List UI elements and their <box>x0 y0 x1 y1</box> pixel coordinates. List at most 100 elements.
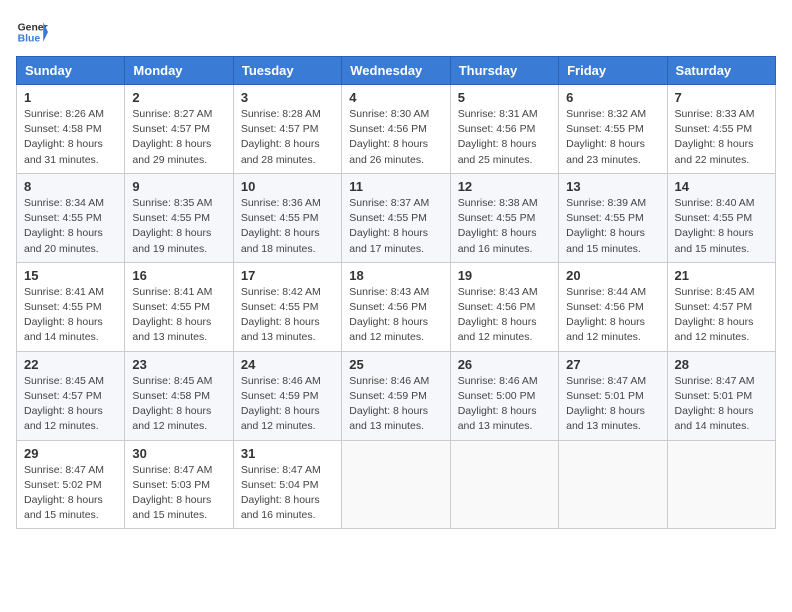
day-info: Sunrise: 8:44 AMSunset: 4:56 PMDaylight:… <box>566 286 646 344</box>
calendar-day-cell: 10 Sunrise: 8:36 AMSunset: 4:55 PMDaylig… <box>233 173 341 262</box>
day-info: Sunrise: 8:33 AMSunset: 4:55 PMDaylight:… <box>675 108 755 166</box>
day-number: 25 <box>349 357 442 372</box>
calendar-day-cell: 19 Sunrise: 8:43 AMSunset: 4:56 PMDaylig… <box>450 262 558 351</box>
calendar-day-cell: 15 Sunrise: 8:41 AMSunset: 4:55 PMDaylig… <box>17 262 125 351</box>
calendar-day-cell: 22 Sunrise: 8:45 AMSunset: 4:57 PMDaylig… <box>17 351 125 440</box>
calendar-day-cell: 2 Sunrise: 8:27 AMSunset: 4:57 PMDayligh… <box>125 85 233 174</box>
day-number: 1 <box>24 90 117 105</box>
day-number: 8 <box>24 179 117 194</box>
day-of-week-header: Sunday <box>17 57 125 85</box>
day-info: Sunrise: 8:38 AMSunset: 4:55 PMDaylight:… <box>458 197 538 255</box>
calendar-day-cell <box>342 440 450 529</box>
day-number: 5 <box>458 90 551 105</box>
day-number: 15 <box>24 268 117 283</box>
day-number: 20 <box>566 268 659 283</box>
calendar-day-cell: 21 Sunrise: 8:45 AMSunset: 4:57 PMDaylig… <box>667 262 775 351</box>
day-number: 27 <box>566 357 659 372</box>
calendar-table: SundayMondayTuesdayWednesdayThursdayFrid… <box>16 56 776 529</box>
day-of-week-header: Saturday <box>667 57 775 85</box>
day-of-week-header: Monday <box>125 57 233 85</box>
calendar-week-row: 22 Sunrise: 8:45 AMSunset: 4:57 PMDaylig… <box>17 351 776 440</box>
calendar-day-cell: 8 Sunrise: 8:34 AMSunset: 4:55 PMDayligh… <box>17 173 125 262</box>
day-of-week-header: Thursday <box>450 57 558 85</box>
calendar-day-cell: 11 Sunrise: 8:37 AMSunset: 4:55 PMDaylig… <box>342 173 450 262</box>
day-number: 4 <box>349 90 442 105</box>
day-info: Sunrise: 8:35 AMSunset: 4:55 PMDaylight:… <box>132 197 212 255</box>
day-info: Sunrise: 8:36 AMSunset: 4:55 PMDaylight:… <box>241 197 321 255</box>
day-info: Sunrise: 8:47 AMSunset: 5:01 PMDaylight:… <box>566 375 646 433</box>
day-number: 31 <box>241 446 334 461</box>
day-info: Sunrise: 8:39 AMSunset: 4:55 PMDaylight:… <box>566 197 646 255</box>
day-info: Sunrise: 8:28 AMSunset: 4:57 PMDaylight:… <box>241 108 321 166</box>
calendar-day-cell: 26 Sunrise: 8:46 AMSunset: 5:00 PMDaylig… <box>450 351 558 440</box>
day-number: 12 <box>458 179 551 194</box>
day-number: 18 <box>349 268 442 283</box>
day-number: 17 <box>241 268 334 283</box>
calendar-week-row: 15 Sunrise: 8:41 AMSunset: 4:55 PMDaylig… <box>17 262 776 351</box>
day-info: Sunrise: 8:42 AMSunset: 4:55 PMDaylight:… <box>241 286 321 344</box>
day-info: Sunrise: 8:37 AMSunset: 4:55 PMDaylight:… <box>349 197 429 255</box>
calendar-day-cell: 17 Sunrise: 8:42 AMSunset: 4:55 PMDaylig… <box>233 262 341 351</box>
day-info: Sunrise: 8:41 AMSunset: 4:55 PMDaylight:… <box>24 286 104 344</box>
day-info: Sunrise: 8:46 AMSunset: 5:00 PMDaylight:… <box>458 375 538 433</box>
day-number: 29 <box>24 446 117 461</box>
day-info: Sunrise: 8:45 AMSunset: 4:57 PMDaylight:… <box>675 286 755 344</box>
calendar-day-cell: 28 Sunrise: 8:47 AMSunset: 5:01 PMDaylig… <box>667 351 775 440</box>
day-number: 6 <box>566 90 659 105</box>
day-info: Sunrise: 8:45 AMSunset: 4:58 PMDaylight:… <box>132 375 212 433</box>
calendar-day-cell: 5 Sunrise: 8:31 AMSunset: 4:56 PMDayligh… <box>450 85 558 174</box>
calendar-day-cell <box>667 440 775 529</box>
calendar-day-cell: 18 Sunrise: 8:43 AMSunset: 4:56 PMDaylig… <box>342 262 450 351</box>
day-number: 21 <box>675 268 768 283</box>
day-number: 3 <box>241 90 334 105</box>
day-number: 16 <box>132 268 225 283</box>
day-of-week-header: Friday <box>559 57 667 85</box>
calendar-day-cell: 25 Sunrise: 8:46 AMSunset: 4:59 PMDaylig… <box>342 351 450 440</box>
calendar-day-cell: 14 Sunrise: 8:40 AMSunset: 4:55 PMDaylig… <box>667 173 775 262</box>
svg-text:Blue: Blue <box>18 34 41 45</box>
day-number: 30 <box>132 446 225 461</box>
day-number: 26 <box>458 357 551 372</box>
calendar-week-row: 29 Sunrise: 8:47 AMSunset: 5:02 PMDaylig… <box>17 440 776 529</box>
day-info: Sunrise: 8:46 AMSunset: 4:59 PMDaylight:… <box>349 375 429 433</box>
day-info: Sunrise: 8:31 AMSunset: 4:56 PMDaylight:… <box>458 108 538 166</box>
day-number: 7 <box>675 90 768 105</box>
day-number: 23 <box>132 357 225 372</box>
calendar-day-cell: 13 Sunrise: 8:39 AMSunset: 4:55 PMDaylig… <box>559 173 667 262</box>
day-info: Sunrise: 8:40 AMSunset: 4:55 PMDaylight:… <box>675 197 755 255</box>
calendar-day-cell <box>450 440 558 529</box>
day-info: Sunrise: 8:43 AMSunset: 4:56 PMDaylight:… <box>458 286 538 344</box>
calendar-week-row: 1 Sunrise: 8:26 AMSunset: 4:58 PMDayligh… <box>17 85 776 174</box>
calendar-day-cell: 9 Sunrise: 8:35 AMSunset: 4:55 PMDayligh… <box>125 173 233 262</box>
calendar-day-cell: 23 Sunrise: 8:45 AMSunset: 4:58 PMDaylig… <box>125 351 233 440</box>
calendar-day-cell: 3 Sunrise: 8:28 AMSunset: 4:57 PMDayligh… <box>233 85 341 174</box>
day-info: Sunrise: 8:32 AMSunset: 4:55 PMDaylight:… <box>566 108 646 166</box>
day-info: Sunrise: 8:26 AMSunset: 4:58 PMDaylight:… <box>24 108 104 166</box>
calendar-day-cell: 29 Sunrise: 8:47 AMSunset: 5:02 PMDaylig… <box>17 440 125 529</box>
day-info: Sunrise: 8:47 AMSunset: 5:03 PMDaylight:… <box>132 464 212 522</box>
calendar-week-row: 8 Sunrise: 8:34 AMSunset: 4:55 PMDayligh… <box>17 173 776 262</box>
calendar-day-cell: 7 Sunrise: 8:33 AMSunset: 4:55 PMDayligh… <box>667 85 775 174</box>
day-number: 9 <box>132 179 225 194</box>
calendar-day-cell <box>559 440 667 529</box>
calendar-day-cell: 27 Sunrise: 8:47 AMSunset: 5:01 PMDaylig… <box>559 351 667 440</box>
day-number: 2 <box>132 90 225 105</box>
day-number: 14 <box>675 179 768 194</box>
day-of-week-header: Tuesday <box>233 57 341 85</box>
day-info: Sunrise: 8:27 AMSunset: 4:57 PMDaylight:… <box>132 108 212 166</box>
day-info: Sunrise: 8:47 AMSunset: 5:02 PMDaylight:… <box>24 464 104 522</box>
day-info: Sunrise: 8:47 AMSunset: 5:04 PMDaylight:… <box>241 464 321 522</box>
day-info: Sunrise: 8:45 AMSunset: 4:57 PMDaylight:… <box>24 375 104 433</box>
day-number: 24 <box>241 357 334 372</box>
calendar-day-cell: 4 Sunrise: 8:30 AMSunset: 4:56 PMDayligh… <box>342 85 450 174</box>
day-info: Sunrise: 8:34 AMSunset: 4:55 PMDaylight:… <box>24 197 104 255</box>
day-info: Sunrise: 8:46 AMSunset: 4:59 PMDaylight:… <box>241 375 321 433</box>
day-number: 11 <box>349 179 442 194</box>
day-number: 13 <box>566 179 659 194</box>
calendar-day-cell: 12 Sunrise: 8:38 AMSunset: 4:55 PMDaylig… <box>450 173 558 262</box>
day-number: 19 <box>458 268 551 283</box>
header: General Blue <box>16 16 776 48</box>
day-number: 28 <box>675 357 768 372</box>
calendar-day-cell: 6 Sunrise: 8:32 AMSunset: 4:55 PMDayligh… <box>559 85 667 174</box>
calendar-day-cell: 31 Sunrise: 8:47 AMSunset: 5:04 PMDaylig… <box>233 440 341 529</box>
